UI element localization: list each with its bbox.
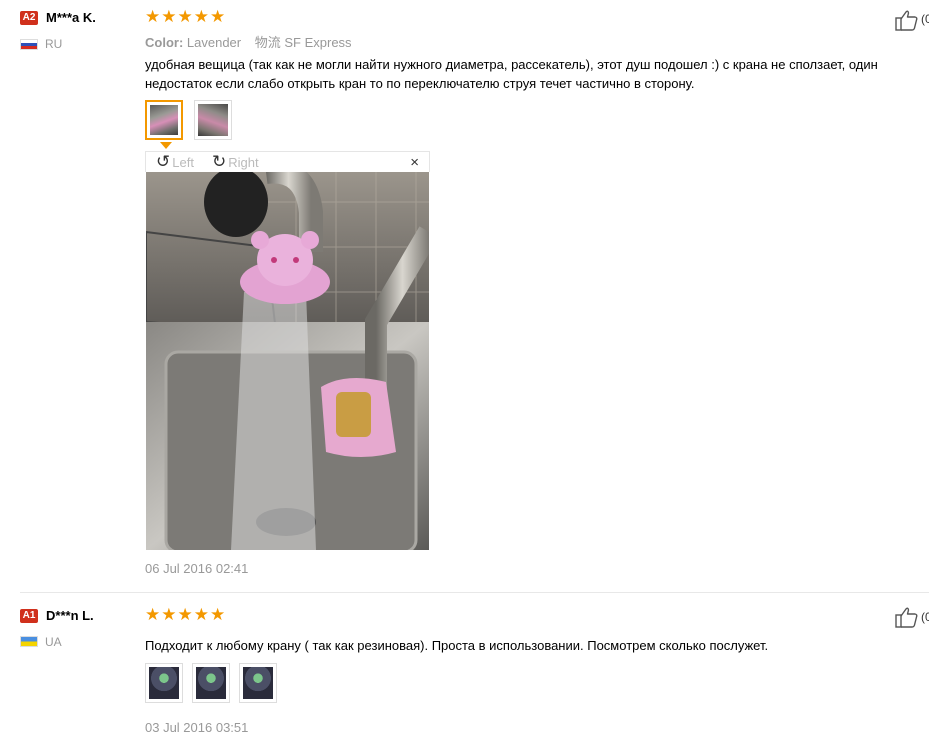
star-icon: ★ <box>210 605 226 624</box>
rotate-left-label: Left <box>172 154 194 170</box>
review-date: 03 Jul 2016 03:51 <box>145 720 249 735</box>
star-icon: ★ <box>145 7 161 26</box>
helpful-count: (0 <box>921 12 929 26</box>
star-icon: ★ <box>210 7 226 26</box>
review-photo-large <box>146 172 429 550</box>
rotate-left-icon: ↺ <box>156 152 171 171</box>
review-photo-thumbnail[interactable] <box>145 663 183 703</box>
photo-thumbnail-image <box>196 667 226 699</box>
country-flag-icon <box>20 636 38 647</box>
rotate-right-icon: ↻ <box>212 152 227 171</box>
photo-thumbnail-image <box>243 667 273 699</box>
star-icon: ★ <box>145 605 161 624</box>
country-flag-icon <box>20 39 38 50</box>
star-rating: ★ ★ ★ ★ ★ <box>145 605 226 624</box>
review-photo-thumbnail[interactable] <box>194 100 232 140</box>
sku-label: Color: <box>145 35 184 50</box>
review-card: A1 D***n L. UA ★ ★ ★ ★ ★ Подходит к любо… <box>0 596 929 741</box>
logistics-info: 物流 SF Express <box>254 35 352 50</box>
star-icon: ★ <box>161 605 177 624</box>
review-text: Подходит к любому крану ( так как резино… <box>145 638 769 653</box>
star-icon: ★ <box>193 7 209 26</box>
selected-thumbnail-indicator <box>160 142 172 149</box>
reviewer-name: M***a K. <box>46 10 96 25</box>
close-viewer-button[interactable]: × <box>410 154 419 171</box>
rotate-left-button[interactable]: ↺ Left <box>156 153 194 171</box>
reviewer-name: D***n L. <box>46 608 94 623</box>
sku-info: Color: Lavender 物流 SF Express <box>145 32 352 51</box>
review-photo-thumbnail[interactable] <box>145 100 183 140</box>
star-icon: ★ <box>177 7 193 26</box>
photo-sink-faucet-illustration <box>146 172 429 550</box>
buyer-level-badge: A1 <box>20 609 38 623</box>
country-code: RU <box>45 37 63 51</box>
country-code: UA <box>45 635 62 649</box>
star-icon: ★ <box>177 605 193 624</box>
review-photo-thumbnail[interactable] <box>192 663 230 703</box>
rotate-right-button[interactable]: ↻ Right <box>212 153 259 171</box>
review-text: удобная вещица (так как не могли найти н… <box>145 57 878 91</box>
review-date: 06 Jul 2016 02:41 <box>145 561 249 576</box>
star-rating: ★ ★ ★ ★ ★ <box>145 7 226 26</box>
rotate-right-label: Right <box>228 154 259 170</box>
photo-thumbnail-image <box>150 105 178 135</box>
star-icon: ★ <box>161 7 177 26</box>
star-icon: ★ <box>193 605 209 624</box>
photo-thumbnail-image <box>198 104 228 136</box>
photo-thumbnail-image <box>149 667 179 699</box>
buyer-level-badge: A2 <box>20 11 38 25</box>
thumbs-up-icon <box>895 10 918 31</box>
photo-viewer-toolbar: ↺ Left ↻ Right × <box>145 151 430 172</box>
review-card: A2 M***a K. RU ★ ★ ★ ★ ★ Color: Lavender… <box>0 0 929 592</box>
helpful-count: (0 <box>921 610 929 624</box>
sku-value: Lavender <box>186 35 242 50</box>
review-photo-thumbnail[interactable] <box>239 663 277 703</box>
thumbs-up-icon <box>895 607 918 628</box>
review-divider <box>20 592 929 593</box>
